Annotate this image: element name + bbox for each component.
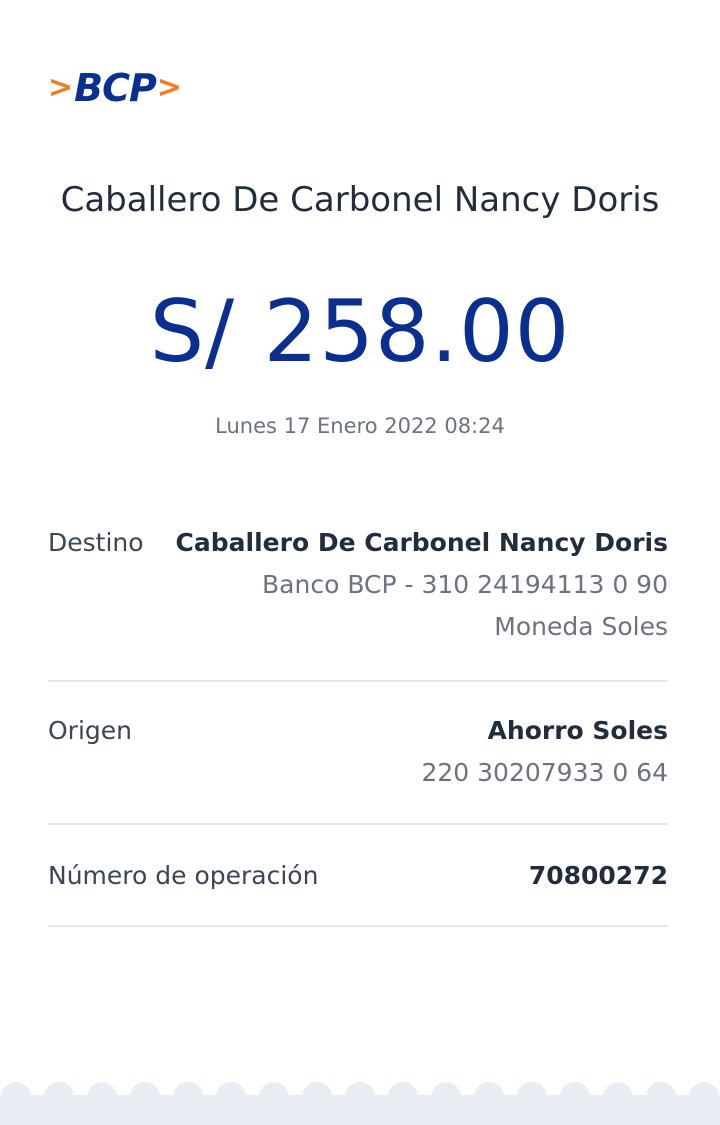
scallop-bump (1, 1082, 31, 1112)
scallop-bump (388, 1082, 418, 1112)
divider (48, 925, 668, 927)
destino-row: Destino Caballero De Carbonel Nancy Dori… (48, 522, 668, 652)
transfer-datetime: Lunes 17 Enero 2022 08:24 (215, 414, 505, 438)
destino-values: Caballero De Carbonel Nancy Doris Banco … (176, 522, 668, 648)
transfer-receipt: > BCP > Caballero De Carbonel Nancy Dori… (0, 0, 720, 1125)
operacion-row: Número de operación 70800272 (48, 855, 668, 900)
scallop-bump (431, 1082, 461, 1112)
scallop-bump (87, 1082, 117, 1112)
origen-values: Ahorro Soles 220 30207933 0 64 (421, 710, 668, 794)
scallop-bump (689, 1082, 719, 1112)
destino-label: Destino (48, 528, 144, 557)
payee-title: Caballero De Carbonel Nancy Doris (60, 180, 660, 220)
origen-account-type: Ahorro Soles (487, 716, 668, 745)
receipt-scalloped-edge (0, 1082, 720, 1125)
scallop-bump (474, 1082, 504, 1112)
destino-name: Caballero De Carbonel Nancy Doris (175, 528, 668, 557)
operacion-number: 70800272 (528, 861, 668, 890)
scallop-bump (173, 1082, 203, 1112)
scallop-bump (302, 1082, 332, 1112)
transfer-amount: S/ 258.00 (149, 282, 571, 382)
origen-account: 220 30207933 0 64 (421, 758, 668, 787)
operacion-label: Número de operación (48, 861, 319, 890)
origen-row: Origen Ahorro Soles 220 30207933 0 64 (48, 710, 668, 800)
scallop-bump (216, 1082, 246, 1112)
scallop-bump (259, 1082, 289, 1112)
scallop-bump (517, 1082, 547, 1112)
divider (48, 823, 668, 825)
right-chevron-icon: > (156, 70, 182, 105)
scallop-bump (603, 1082, 633, 1112)
scallop-bump (130, 1082, 160, 1112)
scallop-bump (646, 1082, 676, 1112)
bcp-logo: > BCP > (48, 64, 182, 112)
origen-label: Origen (48, 716, 132, 745)
scallop-bump (44, 1082, 74, 1112)
destino-account: Banco BCP - 310 24194113 0 90 (262, 570, 668, 599)
operacion-values: 70800272 (529, 855, 668, 897)
left-chevron-icon: > (48, 70, 74, 105)
brand-name: BCP (74, 66, 157, 110)
divider (48, 680, 668, 682)
scallop-bump (345, 1082, 375, 1112)
scallop-bump (560, 1082, 590, 1112)
destino-currency: Moneda Soles (494, 612, 668, 641)
